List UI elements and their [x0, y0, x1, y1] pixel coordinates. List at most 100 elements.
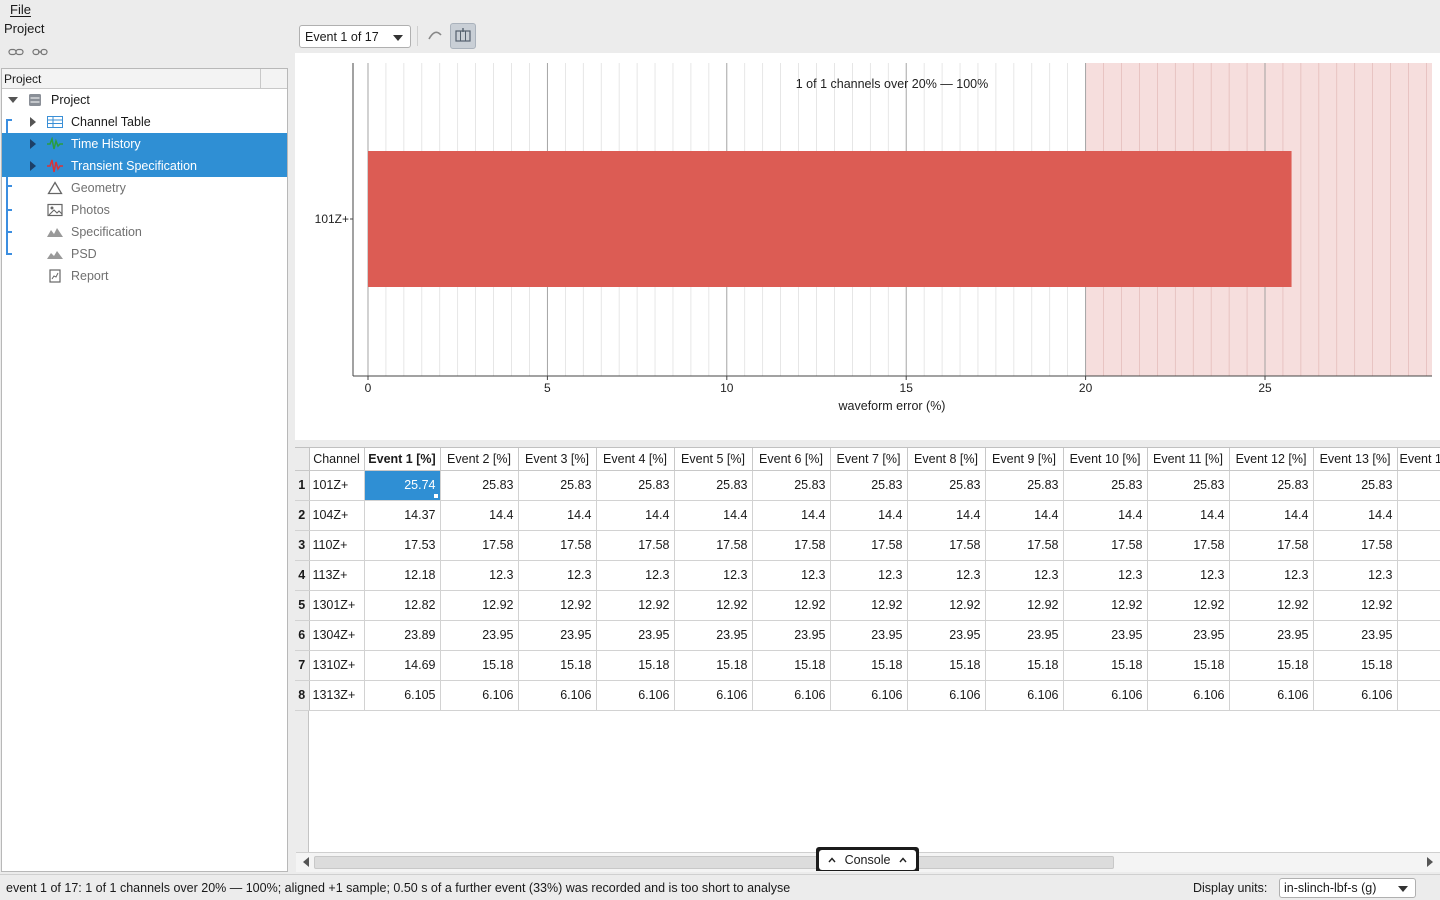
- value-cell[interactable]: 12.3: [1229, 560, 1314, 591]
- value-cell[interactable]: 12.3: [596, 560, 675, 591]
- value-cell[interactable]: 14.4: [1229, 500, 1314, 531]
- channel-cell[interactable]: 1301Z+: [309, 590, 365, 621]
- tree-item-specification[interactable]: Specification: [2, 221, 287, 243]
- channel-cell[interactable]: 1310Z+: [309, 650, 365, 681]
- value-cell[interactable]: 23.95: [674, 620, 753, 651]
- channel-cell[interactable]: 110Z+: [309, 530, 365, 561]
- column-header[interactable]: Channel: [309, 448, 365, 471]
- value-cell[interactable]: 23.95: [752, 620, 831, 651]
- row-number[interactable]: 7: [295, 650, 310, 681]
- value-cell[interactable]: 6.106: [518, 680, 597, 711]
- value-cell[interactable]: 12.82: [364, 590, 441, 621]
- value-cell[interactable]: 14.4: [518, 500, 597, 531]
- value-cell[interactable]: 23.95: [985, 620, 1064, 651]
- value-cell[interactable]: 12.3: [518, 560, 597, 591]
- value-cell[interactable]: 23.95: [1147, 620, 1230, 651]
- value-cell[interactable]: 12.92: [985, 590, 1064, 621]
- value-cell[interactable]: 25.83: [1063, 470, 1148, 501]
- console-toggle-button[interactable]: Console: [816, 847, 919, 871]
- file-menu[interactable]: File: [10, 2, 31, 17]
- value-cell[interactable]: 12.92: [1147, 590, 1230, 621]
- scroll-left-icon[interactable]: [303, 857, 309, 867]
- value-cell[interactable]: 6.106: [1229, 680, 1314, 711]
- channel-cell[interactable]: 113Z+: [309, 560, 365, 591]
- value-cell[interactable]: [1397, 680, 1440, 711]
- column-header[interactable]: Event 1: [1397, 448, 1440, 471]
- value-cell[interactable]: 25.74: [364, 470, 441, 501]
- value-cell[interactable]: 17.58: [674, 530, 753, 561]
- column-header[interactable]: Event 7 [%]: [830, 448, 908, 471]
- expanded-icon[interactable]: [7, 94, 19, 106]
- value-cell[interactable]: 12.18: [364, 560, 441, 591]
- value-cell[interactable]: 25.83: [1147, 470, 1230, 501]
- value-cell[interactable]: [1397, 530, 1440, 561]
- corner-cell[interactable]: [295, 448, 310, 471]
- value-cell[interactable]: 14.4: [674, 500, 753, 531]
- value-cell[interactable]: 6.106: [830, 680, 908, 711]
- value-cell[interactable]: 6.106: [752, 680, 831, 711]
- value-cell[interactable]: 15.18: [1063, 650, 1148, 681]
- value-cell[interactable]: 25.83: [907, 470, 986, 501]
- tree-item-photos[interactable]: Photos: [2, 199, 287, 221]
- column-header[interactable]: Event 8 [%]: [907, 448, 986, 471]
- tree-item-geometry[interactable]: Geometry: [2, 177, 287, 199]
- value-cell[interactable]: 17.58: [830, 530, 908, 561]
- value-cell[interactable]: 17.58: [907, 530, 986, 561]
- column-header[interactable]: Event 6 [%]: [752, 448, 831, 471]
- value-cell[interactable]: 23.95: [1063, 620, 1148, 651]
- value-cell[interactable]: 25.83: [674, 470, 753, 501]
- row-number[interactable]: 5: [295, 590, 310, 621]
- value-cell[interactable]: 15.18: [985, 650, 1064, 681]
- value-cell[interactable]: 6.106: [596, 680, 675, 711]
- value-cell[interactable]: 17.58: [1147, 530, 1230, 561]
- value-cell[interactable]: 17.58: [1063, 530, 1148, 561]
- value-cell[interactable]: [1397, 470, 1440, 501]
- value-cell[interactable]: 12.3: [1063, 560, 1148, 591]
- value-cell[interactable]: 14.4: [907, 500, 986, 531]
- channel-cell[interactable]: 1304Z+: [309, 620, 365, 651]
- value-cell[interactable]: 12.3: [440, 560, 519, 591]
- column-header[interactable]: Event 12 [%]: [1229, 448, 1314, 471]
- value-cell[interactable]: 15.18: [518, 650, 597, 681]
- value-cell[interactable]: 17.58: [1229, 530, 1314, 561]
- value-cell[interactable]: 6.106: [1063, 680, 1148, 711]
- scroll-right-icon[interactable]: [1427, 857, 1433, 867]
- collapsed-icon[interactable]: [27, 160, 39, 172]
- value-cell[interactable]: 6.106: [1313, 680, 1398, 711]
- column-header[interactable]: Event 10 [%]: [1063, 448, 1148, 471]
- value-cell[interactable]: 15.18: [830, 650, 908, 681]
- value-cell[interactable]: 6.105: [364, 680, 441, 711]
- value-cell[interactable]: 25.83: [518, 470, 597, 501]
- value-cell[interactable]: 12.3: [674, 560, 753, 591]
- value-cell[interactable]: 12.92: [596, 590, 675, 621]
- value-cell[interactable]: [1397, 560, 1440, 591]
- value-cell[interactable]: [1397, 620, 1440, 651]
- value-cell[interactable]: 15.18: [752, 650, 831, 681]
- column-header[interactable]: Event 3 [%]: [518, 448, 597, 471]
- value-cell[interactable]: 12.92: [752, 590, 831, 621]
- tree-item-report[interactable]: Report: [2, 265, 287, 287]
- value-cell[interactable]: 14.37: [364, 500, 441, 531]
- row-number[interactable]: 8: [295, 680, 310, 711]
- align-toggle-button[interactable]: [450, 23, 476, 49]
- row-number[interactable]: 3: [295, 530, 310, 561]
- value-cell[interactable]: 14.4: [1063, 500, 1148, 531]
- value-cell[interactable]: 15.18: [596, 650, 675, 681]
- value-cell[interactable]: 14.4: [440, 500, 519, 531]
- value-cell[interactable]: 6.106: [985, 680, 1064, 711]
- tree-item-transient-specification[interactable]: Transient Specification: [2, 155, 287, 177]
- value-cell[interactable]: 12.92: [440, 590, 519, 621]
- value-cell[interactable]: 12.92: [1313, 590, 1398, 621]
- value-cell[interactable]: 14.4: [596, 500, 675, 531]
- value-cell[interactable]: 15.18: [1147, 650, 1230, 681]
- event-select[interactable]: Event 1 of 17: [299, 25, 411, 48]
- value-cell[interactable]: 25.83: [752, 470, 831, 501]
- value-cell[interactable]: 12.3: [830, 560, 908, 591]
- column-header[interactable]: Event 11 [%]: [1147, 448, 1230, 471]
- value-cell[interactable]: 17.58: [518, 530, 597, 561]
- value-cell[interactable]: 25.83: [830, 470, 908, 501]
- channel-cell[interactable]: 101Z+: [309, 470, 365, 501]
- link-icon[interactable]: [8, 46, 24, 58]
- value-cell[interactable]: 12.92: [830, 590, 908, 621]
- value-cell[interactable]: 6.106: [440, 680, 519, 711]
